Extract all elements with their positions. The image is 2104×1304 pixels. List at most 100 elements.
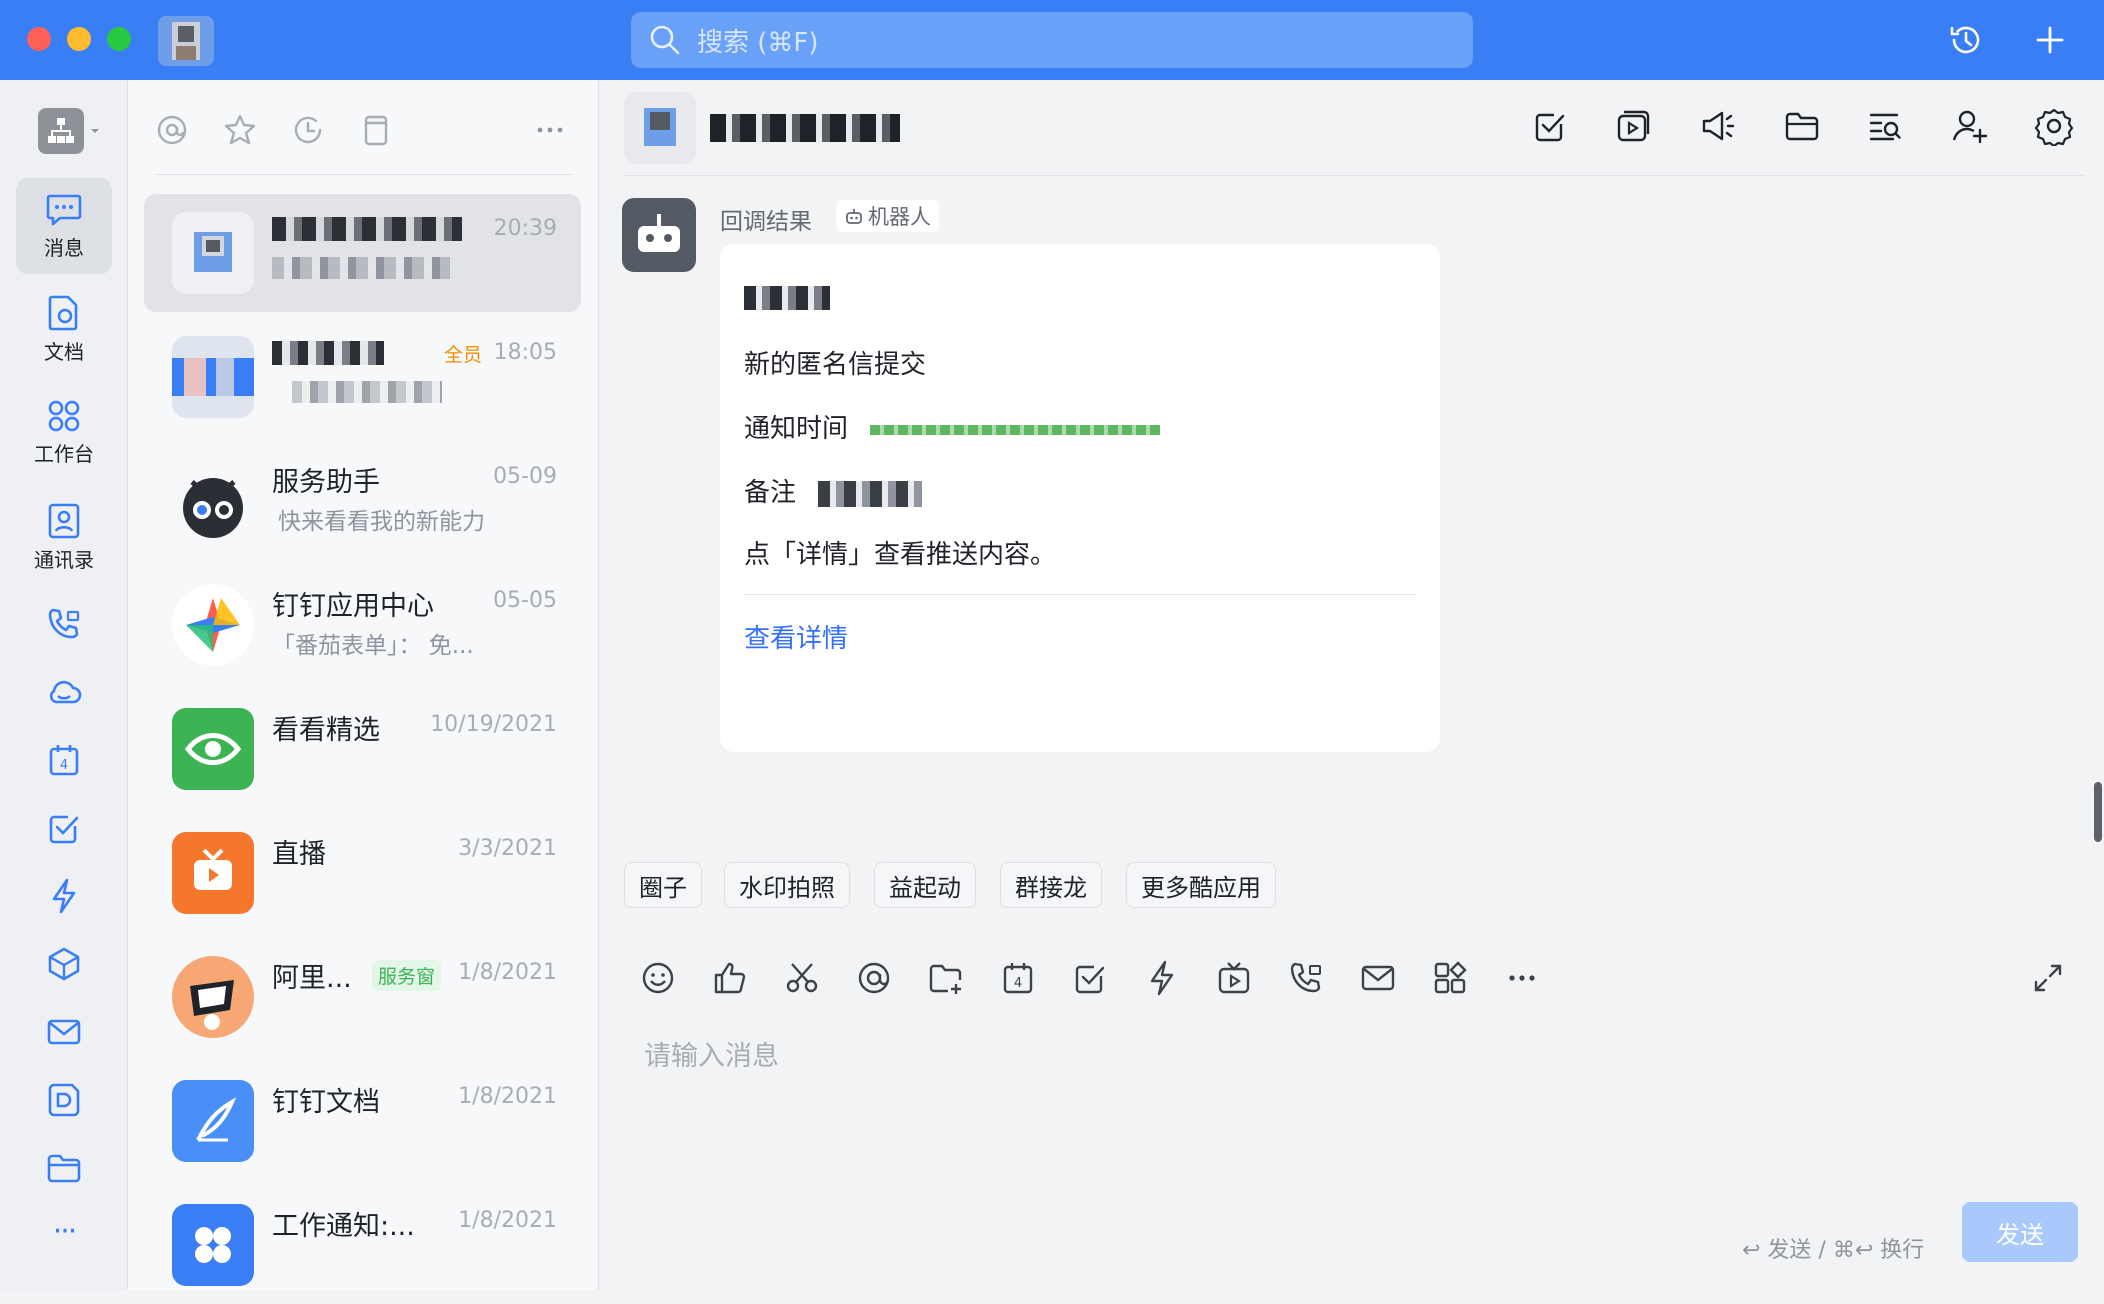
org-switcher[interactable] [38,108,84,154]
view-details-link[interactable]: 查看详情 [744,618,848,655]
mail-icon[interactable] [1358,958,1398,998]
plus-icon[interactable] [2030,20,2070,60]
message-input[interactable]: 请输入消息 [644,1034,2044,1234]
svg-text:4: 4 [1014,976,1022,991]
chip-group-relay[interactable]: 群接龙 [1000,862,1102,908]
conversation-name: 工作通知:... [272,1211,415,1242]
add-member-icon[interactable] [1950,106,1990,146]
conversation-avatar [172,212,254,294]
conversation-item[interactable]: 全员 18:05 [144,318,581,436]
message-icon [46,194,82,225]
sidebar-item-docs[interactable]: 文档 [16,294,112,365]
files-icon[interactable] [1782,106,1822,146]
chat-panel: 回调结果 机器人 新的匿名信提交 通知时间 备注 点「详情」查看推送内容。 查看… [600,80,2104,1290]
more-options-icon[interactable] [532,112,568,148]
sidebar-more-button[interactable]: ··· [0,1214,128,1249]
minimize-window-button[interactable] [67,27,91,51]
todo-icon[interactable] [1530,106,1570,146]
search-placeholder: 搜索 (⌘F) [697,27,819,58]
emoji-icon[interactable] [638,958,678,998]
calendar-icon[interactable]: 4 [998,958,1038,998]
conversation-time: 18:05 [493,340,557,365]
conversation-item[interactable]: 钉钉应用中心 「番茄表单」： 免... 05-05 [144,566,581,684]
more-tools-icon[interactable] [1502,958,1542,998]
expand-icon[interactable] [2028,958,2068,998]
conversation-time: 1/8/2021 [458,1084,557,1109]
conversation-item[interactable]: 服务助手 快来看看我的新能力 05-09 [144,442,581,560]
live-avatar [172,832,254,914]
cloud-icon[interactable] [44,672,84,712]
user-avatar[interactable] [158,16,214,66]
sidebar-item-workbench[interactable]: 工作台 [16,398,112,467]
conversation-item[interactable]: 20:39 [144,194,581,312]
robot-avatar[interactable] [622,198,696,272]
conversation-time: 3/3/2021 [458,836,557,861]
chip-charity[interactable]: 益起动 [874,862,976,908]
star-icon[interactable] [222,112,258,148]
calendar-icon[interactable]: 4 [44,740,84,780]
robot-icon [638,214,680,252]
conversation-name: 看看精选 [272,715,380,746]
call-icon[interactable] [44,604,84,644]
lightning-icon[interactable] [1142,958,1182,998]
recent-icon[interactable] [290,112,326,148]
apps-icon[interactable] [1430,958,1470,998]
folder-icon[interactable] [44,1148,84,1188]
kankan-avatar [172,708,254,790]
app-center-avatar [172,584,254,666]
conversation-time: 05-05 [493,588,557,613]
mention-icon[interactable] [854,958,894,998]
lightning-icon[interactable] [44,876,84,916]
conversation-last-message [292,378,442,404]
history-icon[interactable] [1946,20,1986,60]
chat-header [624,80,2084,176]
service-window-badge: 服务窗 [372,960,442,991]
conversation-item[interactable]: 钉钉文档 1/8/2021 [144,1062,581,1180]
conversation-time: 10/19/2021 [430,712,557,737]
conversation-last-message: 快来看看我的新能力 [278,509,485,535]
chip-circle[interactable]: 圈子 [624,862,702,908]
scissors-icon[interactable] [782,958,822,998]
sidebar-item-contacts[interactable]: 通讯录 [16,502,112,573]
announcement-icon[interactable] [1698,106,1738,146]
service-assistant-avatar [172,460,254,542]
dingtalk-doc-icon[interactable] [44,1080,84,1120]
mention-filter-icon[interactable] [154,112,190,148]
zoom-window-button[interactable] [107,27,131,51]
todo-icon[interactable] [1070,958,1110,998]
call-icon[interactable] [1286,958,1326,998]
todo-icon[interactable] [44,808,84,848]
conversation-name: 阿里... [272,963,352,994]
cube-icon[interactable] [44,944,84,984]
bookmark-icon[interactable] [358,112,394,148]
left-nav: 消息 文档 工作台 通讯录 4 ··· [0,80,128,1290]
chat-scrollbar[interactable] [2094,782,2102,842]
close-window-button[interactable] [27,27,51,51]
conversation-item[interactable]: 阿里... 服务窗 1/8/2021 [144,938,581,1056]
message-card: 新的匿名信提交 通知时间 备注 点「详情」查看推送内容。 查看详情 [720,244,1440,752]
search-history-icon[interactable] [1866,106,1906,146]
sidebar-item-messages[interactable]: 消息 [16,178,112,274]
sender-name: 回调结果 [720,209,812,235]
video-meeting-icon[interactable] [1614,106,1654,146]
settings-icon[interactable] [2034,106,2074,146]
workbench-icon [48,400,80,432]
chat-avatar[interactable] [624,92,696,164]
card-line: 新的匿名信提交 [744,350,927,380]
conversation-name [272,212,462,243]
thumbs-up-icon[interactable] [710,958,750,998]
send-button[interactable]: 发送 [1962,1202,2078,1262]
mail-icon[interactable] [44,1012,84,1052]
chevron-down-icon[interactable] [88,124,102,138]
add-folder-icon[interactable] [926,958,966,998]
conversation-item[interactable]: 直播 3/3/2021 [144,814,581,932]
sidebar-label: 工作台 [34,442,94,466]
live-icon[interactable] [1214,958,1254,998]
search-bar[interactable]: 搜索 (⌘F) [631,12,1473,68]
card-divider [744,594,1416,595]
conversation-item[interactable]: 看看精选 10/19/2021 [144,690,581,808]
chip-watermark-photo[interactable]: 水印拍照 [724,862,850,908]
all-members-badge: 全员 [444,344,483,366]
chip-more-apps[interactable]: 更多酷应用 [1126,862,1276,908]
conversation-item[interactable]: 工作通知:... 1/8/2021 [144,1186,581,1304]
